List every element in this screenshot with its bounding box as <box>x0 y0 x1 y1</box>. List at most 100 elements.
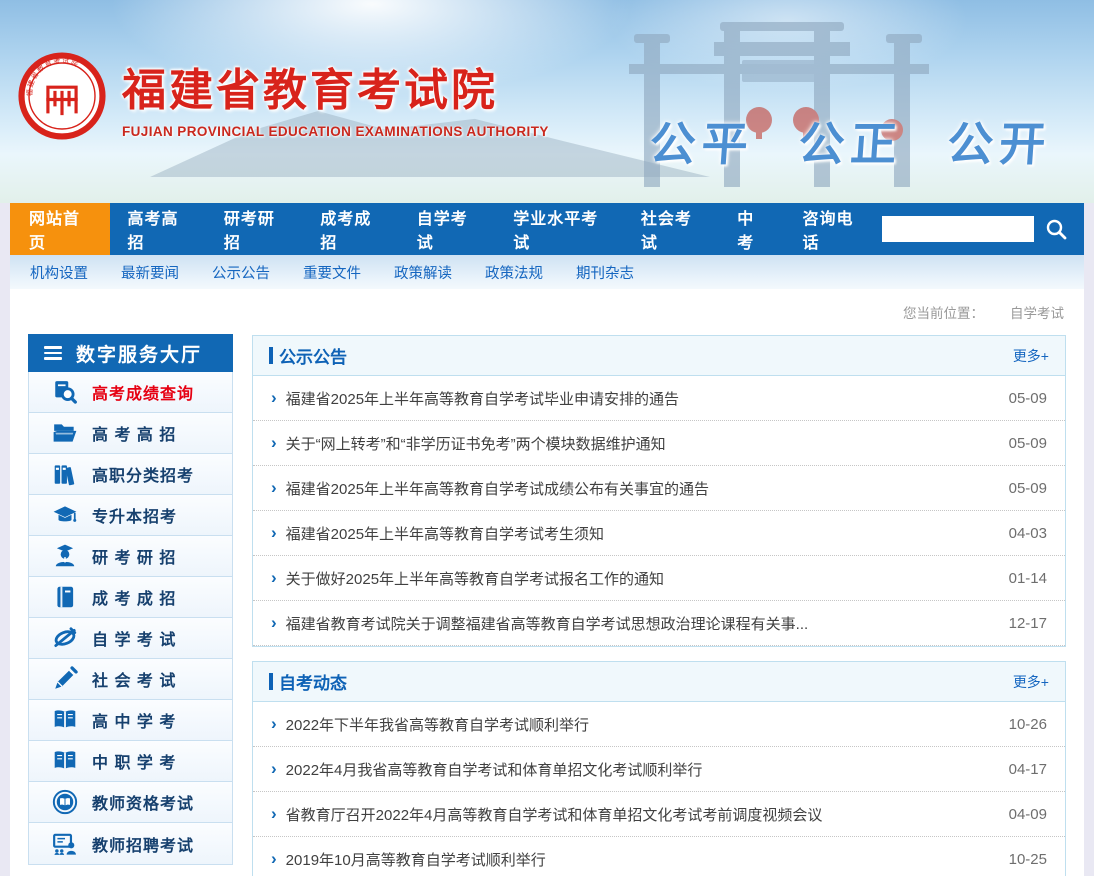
nav-item[interactable]: 学业水平考试 <box>496 203 624 255</box>
news-date: 04-09 <box>1009 806 1047 823</box>
sidebar-item-label: 高 中 学 考 <box>92 708 176 732</box>
sidebar-item[interactable]: 教师招聘考试 <box>29 823 232 864</box>
sidebar-item-label: 高职分类招考 <box>92 462 194 486</box>
sidebar-item[interactable]: 成 考 成 招 <box>29 577 232 618</box>
news-title: 2022年下半年我省高等教育自学考试顺利举行 <box>286 714 991 735</box>
news-list: 2022年下半年我省高等教育自学考试顺利举行 10-26 2022年4月我省高等… <box>253 702 1065 876</box>
sidebar-item[interactable]: 社 会 考 试 <box>29 659 232 700</box>
sidebar-item[interactable]: 高职分类招考 <box>29 454 232 495</box>
news-list-item[interactable]: 福建省2025年上半年高等教育自学考试成绩公布有关事宜的通告 05-09 <box>253 466 1065 511</box>
news-title: 2022年4月我省高等教育自学考试和体育单招文化考试顺利举行 <box>286 759 991 780</box>
news-title: 福建省2025年上半年高等教育自学考试考生须知 <box>286 523 991 544</box>
breadcrumb-current[interactable]: 自学考试 <box>1010 302 1064 322</box>
subnav-link[interactable]: 公示公告 <box>212 262 270 283</box>
sidebar-item-label: 成 考 成 招 <box>92 585 176 609</box>
sidebar-item[interactable]: 教师资格考试 <box>29 782 232 823</box>
news-list-item[interactable]: 省教育厅召开2022年4月高等教育自学考试和体育单招文化考试考前调度视频会议 0… <box>253 792 1065 837</box>
sidebar-header: 数字服务大厅 <box>28 334 233 372</box>
news-title: 2019年10月高等教育自学考试顺利举行 <box>286 849 991 870</box>
search-button[interactable] <box>1044 217 1068 241</box>
sidebar-item[interactable]: 研 考 研 招 <box>29 536 232 577</box>
news-list-item[interactable]: 2022年4月我省高等教育自学考试和体育单招文化考试顺利举行 04-17 <box>253 747 1065 792</box>
chevron-right-icon <box>271 759 277 779</box>
news-date: 05-09 <box>1009 390 1047 407</box>
folder-icon <box>51 420 79 446</box>
news-list-item[interactable]: 关于“网上转考”和“非学历证书免考”两个模块数据维护通知 05-09 <box>253 421 1065 466</box>
site-title: 福建省教育考试院 <box>122 54 549 118</box>
sidebar-item-label: 社 会 考 试 <box>92 667 176 691</box>
news-list-item[interactable]: 关于做好2025年上半年高等教育自学考试报名工作的通知 01-14 <box>253 556 1065 601</box>
sidebar-item-label: 专升本招考 <box>92 503 177 527</box>
news-title: 关于做好2025年上半年高等教育自学考试报名工作的通知 <box>286 568 991 589</box>
breadcrumb: 您当前位置： 自学考试 <box>10 289 1084 335</box>
sidebar-item-label: 高 考 高 招 <box>92 421 176 445</box>
nav-item[interactable]: 网站首页 <box>10 203 110 255</box>
site-subtitle: FUJIAN PROVINCIAL EDUCATION EXAMINATIONS… <box>122 124 549 139</box>
subnav-link[interactable]: 政策解读 <box>394 262 452 283</box>
sidebar-item[interactable]: 高考成绩查询 <box>29 372 232 413</box>
sidebar-item[interactable]: 中 职 学 考 <box>29 741 232 782</box>
news-list-item[interactable]: 福建省教育考试院关于调整福建省高等教育自学考试思想政治理论课程有关事... 12… <box>253 601 1065 646</box>
graduate-icon <box>51 543 79 569</box>
subnav-link[interactable]: 期刊杂志 <box>576 262 634 283</box>
open-book-icon <box>51 748 79 774</box>
news-list-item[interactable]: 2019年10月高等教育自学考试顺利举行 10-25 <box>253 837 1065 876</box>
chevron-right-icon <box>271 714 277 734</box>
nav-item[interactable]: 中考 <box>720 203 785 255</box>
content-area: 数字服务大厅 高考成绩查询 高 考 高 招 <box>10 335 1084 876</box>
section-title: 自考动态 <box>269 669 347 694</box>
nav-item[interactable]: 自学考试 <box>400 203 496 255</box>
chevron-right-icon <box>271 849 277 869</box>
agency-seal-logo: 福建省教育考试院 <box>18 52 106 140</box>
section-self-exam-news: 自考动态 更多+ 2022年下半年我省高等教育自学考试顺利举行 10-26 <box>252 661 1066 876</box>
news-list-item[interactable]: 福建省2025年上半年高等教育自学考试考生须知 04-03 <box>253 511 1065 556</box>
nav-item[interactable]: 社会考试 <box>624 203 720 255</box>
news-title: 省教育厅召开2022年4月高等教育自学考试和体育单招文化考试考前调度视频会议 <box>286 804 991 825</box>
secondary-navigation: 机构设置 最新要闻 公示公告 重要文件 政策解读 政策法规 期刊杂志 <box>10 255 1084 289</box>
sidebar-item-label: 教师资格考试 <box>92 790 194 814</box>
news-list-item[interactable]: 福建省2025年上半年高等教育自学考试毕业申请安排的通告 05-09 <box>253 376 1065 421</box>
menu-icon <box>44 346 62 360</box>
news-title: 福建省教育考试院关于调整福建省高等教育自学考试思想政治理论课程有关事... <box>286 613 991 634</box>
section-title: 公示公告 <box>269 343 347 368</box>
section-header: 公示公告 更多+ <box>253 336 1065 376</box>
news-date: 10-26 <box>1009 716 1047 733</box>
search-input[interactable] <box>882 216 1034 242</box>
search-icon <box>1044 217 1068 241</box>
subnav-link[interactable]: 机构设置 <box>30 262 88 283</box>
sidebar-item[interactable]: 专升本招考 <box>29 495 232 536</box>
page-container: 网站首页 高考高招 研考研招 成考成招 自学考试 学业水平考试 社会考试 中考 … <box>10 203 1084 876</box>
sidebar-menu: 高考成绩查询 高 考 高 招 高职分类招考 专升本招考 <box>29 372 232 864</box>
sidebar-item[interactable]: 自 学 考 试 <box>29 618 232 659</box>
title-bar-decoration <box>269 347 273 364</box>
sidebar-item[interactable]: 高 中 学 考 <box>29 700 232 741</box>
subnav-link[interactable]: 政策法规 <box>485 262 543 283</box>
chevron-right-icon <box>271 388 277 408</box>
swirl-pen-icon <box>51 625 79 651</box>
subnav-link[interactable]: 最新要闻 <box>121 262 179 283</box>
brand: 福建省教育考试院 福建省教育考试院 FUJIAN PROVINCIAL EDUC… <box>18 52 549 140</box>
nav-item[interactable]: 高考高招 <box>110 203 206 255</box>
sidebar-item-label: 研 考 研 招 <box>92 544 176 568</box>
news-list-item[interactable]: 2022年下半年我省高等教育自学考试顺利举行 10-26 <box>253 702 1065 747</box>
graduation-cap-icon <box>51 502 79 528</box>
nav-item[interactable]: 成考成招 <box>303 203 399 255</box>
sidebar-item-label: 教师招聘考试 <box>92 832 194 856</box>
nav-item[interactable]: 研考研招 <box>207 203 303 255</box>
section-announcements: 公示公告 更多+ 福建省2025年上半年高等教育自学考试毕业申请安排的通告 05… <box>252 335 1066 647</box>
nav-item[interactable]: 咨询电话 <box>786 203 882 255</box>
books-icon <box>51 461 79 487</box>
more-link[interactable]: 更多+ <box>1013 672 1049 692</box>
badge-icon <box>51 789 79 815</box>
banner-slogan: 公平 公正 公开 <box>648 108 1054 174</box>
breadcrumb-label: 您当前位置： <box>903 302 984 322</box>
more-link[interactable]: 更多+ <box>1013 346 1049 366</box>
book-icon <box>51 584 79 610</box>
open-book-icon <box>51 707 79 733</box>
sidebar-item-label: 自 学 考 试 <box>92 626 176 650</box>
chevron-right-icon <box>271 613 277 633</box>
sidebar-item[interactable]: 高 考 高 招 <box>29 413 232 454</box>
pen-icon <box>51 666 79 692</box>
news-title: 关于“网上转考”和“非学历证书免考”两个模块数据维护通知 <box>286 433 991 454</box>
subnav-link[interactable]: 重要文件 <box>303 262 361 283</box>
